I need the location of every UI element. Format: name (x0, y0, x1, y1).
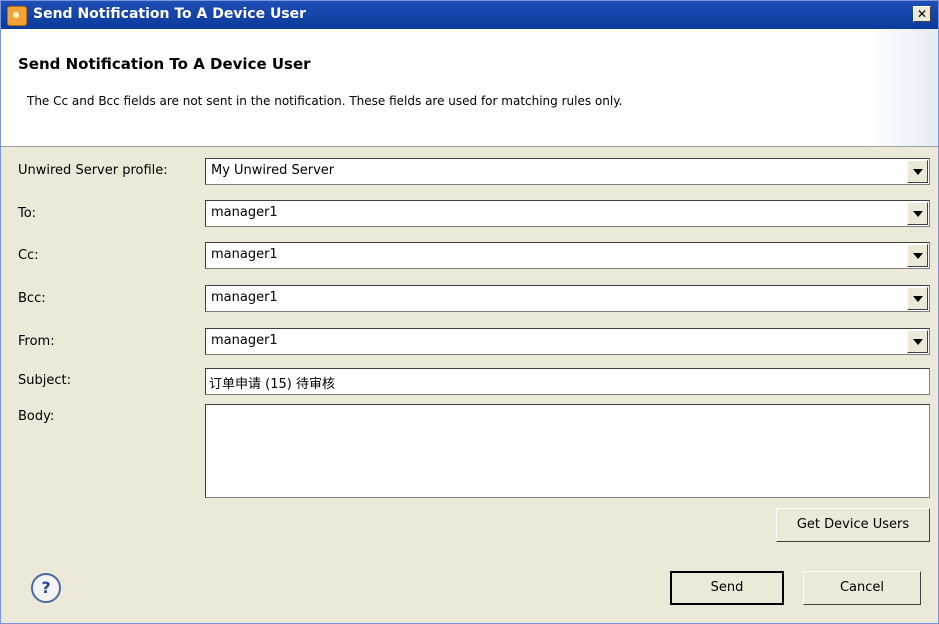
send-button[interactable]: Send (670, 571, 784, 605)
help-icon[interactable]: ? (31, 573, 61, 603)
close-icon[interactable]: ✕ (913, 6, 931, 22)
cc-label: Cc: (18, 248, 39, 263)
subject-label: Subject: (18, 373, 71, 388)
body-label: Body: (18, 409, 55, 424)
to-combo[interactable]: manager1 (205, 200, 930, 227)
title-bar[interactable]: Send Notification To A Device User ✕ (1, 1, 938, 29)
from-combo[interactable]: manager1 (205, 328, 930, 355)
page-description: The Cc and Bcc fields are not sent in th… (27, 94, 623, 108)
to-label: To: (18, 206, 37, 221)
chevron-down-icon[interactable] (907, 202, 928, 225)
dialog-window: Send Notification To A Device User ✕ Sen… (0, 0, 939, 624)
profile-value: My Unwired Server (211, 163, 335, 178)
window-title: Send Notification To A Device User (33, 6, 307, 22)
cc-value: manager1 (211, 247, 278, 262)
subject-value: 订单申请 (15) 待审核 (209, 377, 335, 392)
chevron-down-icon[interactable] (907, 160, 928, 183)
app-logo-icon (7, 6, 27, 26)
chevron-down-icon[interactable] (907, 330, 928, 353)
cancel-button[interactable]: Cancel (803, 571, 921, 605)
chevron-down-icon[interactable] (907, 244, 928, 267)
profile-combo[interactable]: My Unwired Server (205, 158, 930, 185)
from-label: From: (18, 334, 55, 349)
from-value: manager1 (211, 333, 278, 348)
bcc-combo[interactable]: manager1 (205, 285, 930, 312)
to-value: manager1 (211, 205, 278, 220)
bcc-value: manager1 (211, 290, 278, 305)
page-title: Send Notification To A Device User (18, 55, 311, 73)
get-device-users-button[interactable]: Get Device Users (776, 508, 930, 542)
body-textarea[interactable] (205, 404, 930, 498)
subject-input[interactable]: 订单申请 (15) 待审核 (205, 368, 930, 395)
chevron-down-icon[interactable] (907, 287, 928, 310)
cc-combo[interactable]: manager1 (205, 242, 930, 269)
bcc-label: Bcc: (18, 291, 46, 306)
profile-label: Unwired Server profile: (18, 163, 168, 178)
dialog-header: Send Notification To A Device User The C… (1, 29, 938, 147)
